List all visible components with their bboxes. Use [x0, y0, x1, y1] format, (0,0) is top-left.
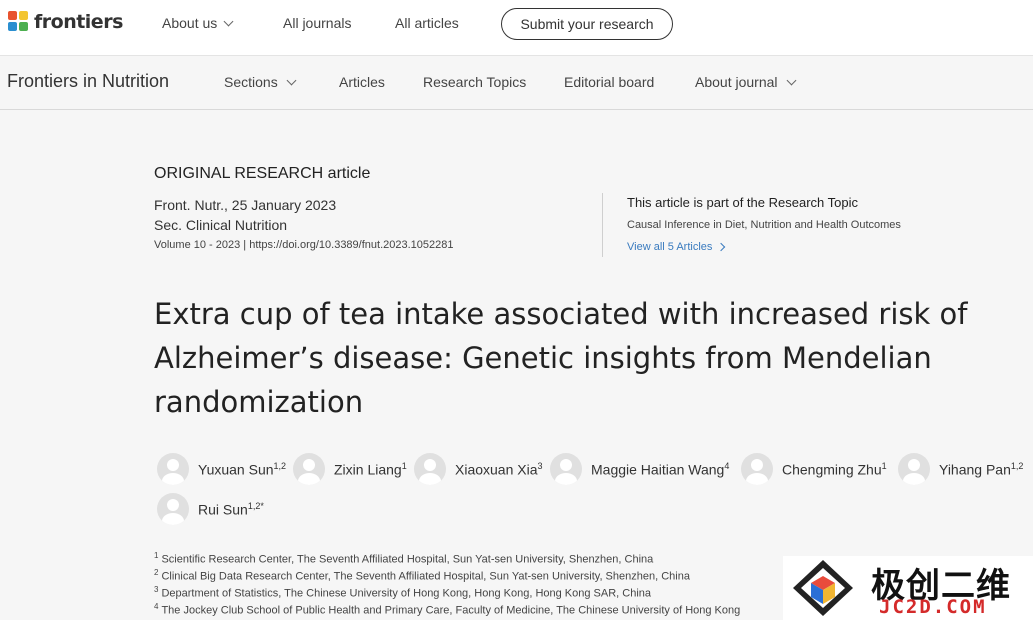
- nav-all-journals-label: All journals: [283, 15, 352, 31]
- article-journal-date: Front. Nutr., 25 January 2023: [154, 197, 337, 213]
- article-title: Extra cup of tea intake associated with …: [154, 292, 994, 424]
- author-name: Rui Sun1,2*: [198, 500, 264, 518]
- research-topic-label: This article is part of the Research Top…: [627, 195, 858, 210]
- author-item[interactable]: Yihang Pan1,2: [898, 453, 1023, 485]
- affiliation-item: 4 The Jockey Club School of Public Health…: [154, 602, 741, 617]
- author-name: Yihang Pan1,2: [939, 460, 1024, 478]
- author-item[interactable]: Yuxuan Sun1,2: [157, 453, 286, 485]
- journal-navigation-bar: Frontiers in Nutrition Sections Articles…: [0, 56, 1033, 110]
- watermark-logo-icon: [793, 560, 853, 616]
- top-navigation-bar: frontiers About us All journals All arti…: [0, 0, 1033, 56]
- author-item[interactable]: Maggie Haitian Wang4: [550, 453, 729, 485]
- author-name: Maggie Haitian Wang4: [591, 460, 730, 478]
- avatar: [157, 453, 189, 485]
- frontiers-logo-icon: [8, 11, 30, 33]
- affiliation-item: 2 Clinical Big Data Research Center, The …: [154, 568, 690, 583]
- view-all-articles-link[interactable]: View all 5 Articles: [627, 241, 726, 253]
- article-section[interactable]: Sec. Clinical Nutrition: [154, 217, 287, 233]
- watermark-overlay: 极创二维 JC2D.COM: [783, 556, 1033, 620]
- journal-nav-sections[interactable]: Sections: [224, 74, 297, 90]
- nav-about-us-label: About us: [162, 15, 218, 31]
- journal-nav-research-topics-label: Research Topics: [423, 74, 527, 90]
- author-name: Yuxuan Sun1,2: [198, 460, 287, 478]
- submit-research-button[interactable]: Submit your research: [501, 8, 673, 40]
- avatar: [414, 453, 446, 485]
- author-item[interactable]: Chengming Zhu1: [741, 453, 887, 485]
- view-all-articles-label: View all 5 Articles: [627, 241, 713, 253]
- nav-all-journals[interactable]: All journals: [283, 15, 351, 31]
- nav-about-us[interactable]: About us: [162, 15, 234, 31]
- journal-nav-about-journal[interactable]: About journal: [695, 74, 796, 90]
- journal-nav-editorial-board-label: Editorial board: [564, 74, 655, 90]
- author-name: Xiaoxuan Xia3: [455, 460, 543, 478]
- nav-all-articles[interactable]: All articles: [395, 15, 459, 31]
- article-title-line-2: Alzheimer’s disease: Genetic insights fr…: [154, 341, 932, 375]
- article-title-line-1: Extra cup of tea intake associated with …: [154, 297, 968, 331]
- article-volume-doi[interactable]: Volume 10 - 2023 | https://doi.org/10.33…: [154, 239, 453, 251]
- nav-all-articles-label: All articles: [395, 15, 459, 31]
- journal-nav-articles[interactable]: Articles: [339, 74, 385, 90]
- avatar: [293, 453, 325, 485]
- author-item[interactable]: Zixin Liang1: [293, 453, 407, 485]
- watermark-en-text: JC2D.COM: [879, 596, 987, 618]
- chevron-right-icon: [717, 242, 726, 252]
- journal-nav-sections-label: Sections: [224, 74, 278, 90]
- chevron-down-icon: [786, 75, 796, 85]
- research-topic-name[interactable]: Causal Inference in Diet, Nutrition and …: [627, 219, 901, 231]
- avatar: [898, 453, 930, 485]
- author-name: Chengming Zhu1: [782, 460, 887, 478]
- journal-nav-editorial-board[interactable]: Editorial board: [564, 74, 654, 90]
- frontiers-logo[interactable]: frontiers: [8, 11, 123, 33]
- author-name: Zixin Liang1: [334, 460, 407, 478]
- journal-nav-articles-label: Articles: [339, 74, 385, 90]
- article-title-line-3: randomization: [154, 385, 364, 419]
- journal-nav-research-topics[interactable]: Research Topics: [423, 74, 526, 90]
- chevron-down-icon: [286, 75, 297, 85]
- article-type: ORIGINAL RESEARCH article: [154, 165, 371, 182]
- journal-nav-about-journal-label: About journal: [695, 74, 778, 90]
- frontiers-logo-text: frontiers: [34, 11, 123, 33]
- avatar: [157, 493, 189, 525]
- affiliation-item: 1 Scientific Research Center, The Seventh…: [154, 551, 654, 566]
- author-item[interactable]: Xiaoxuan Xia3: [414, 453, 543, 485]
- meta-divider: [602, 193, 603, 257]
- avatar: [741, 453, 773, 485]
- avatar: [550, 453, 582, 485]
- author-item[interactable]: Rui Sun1,2*: [157, 493, 264, 525]
- affiliation-item: 3 Department of Statistics, The Chinese U…: [154, 585, 652, 600]
- chevron-down-icon: [223, 16, 234, 26]
- journal-title[interactable]: Frontiers in Nutrition: [7, 71, 169, 92]
